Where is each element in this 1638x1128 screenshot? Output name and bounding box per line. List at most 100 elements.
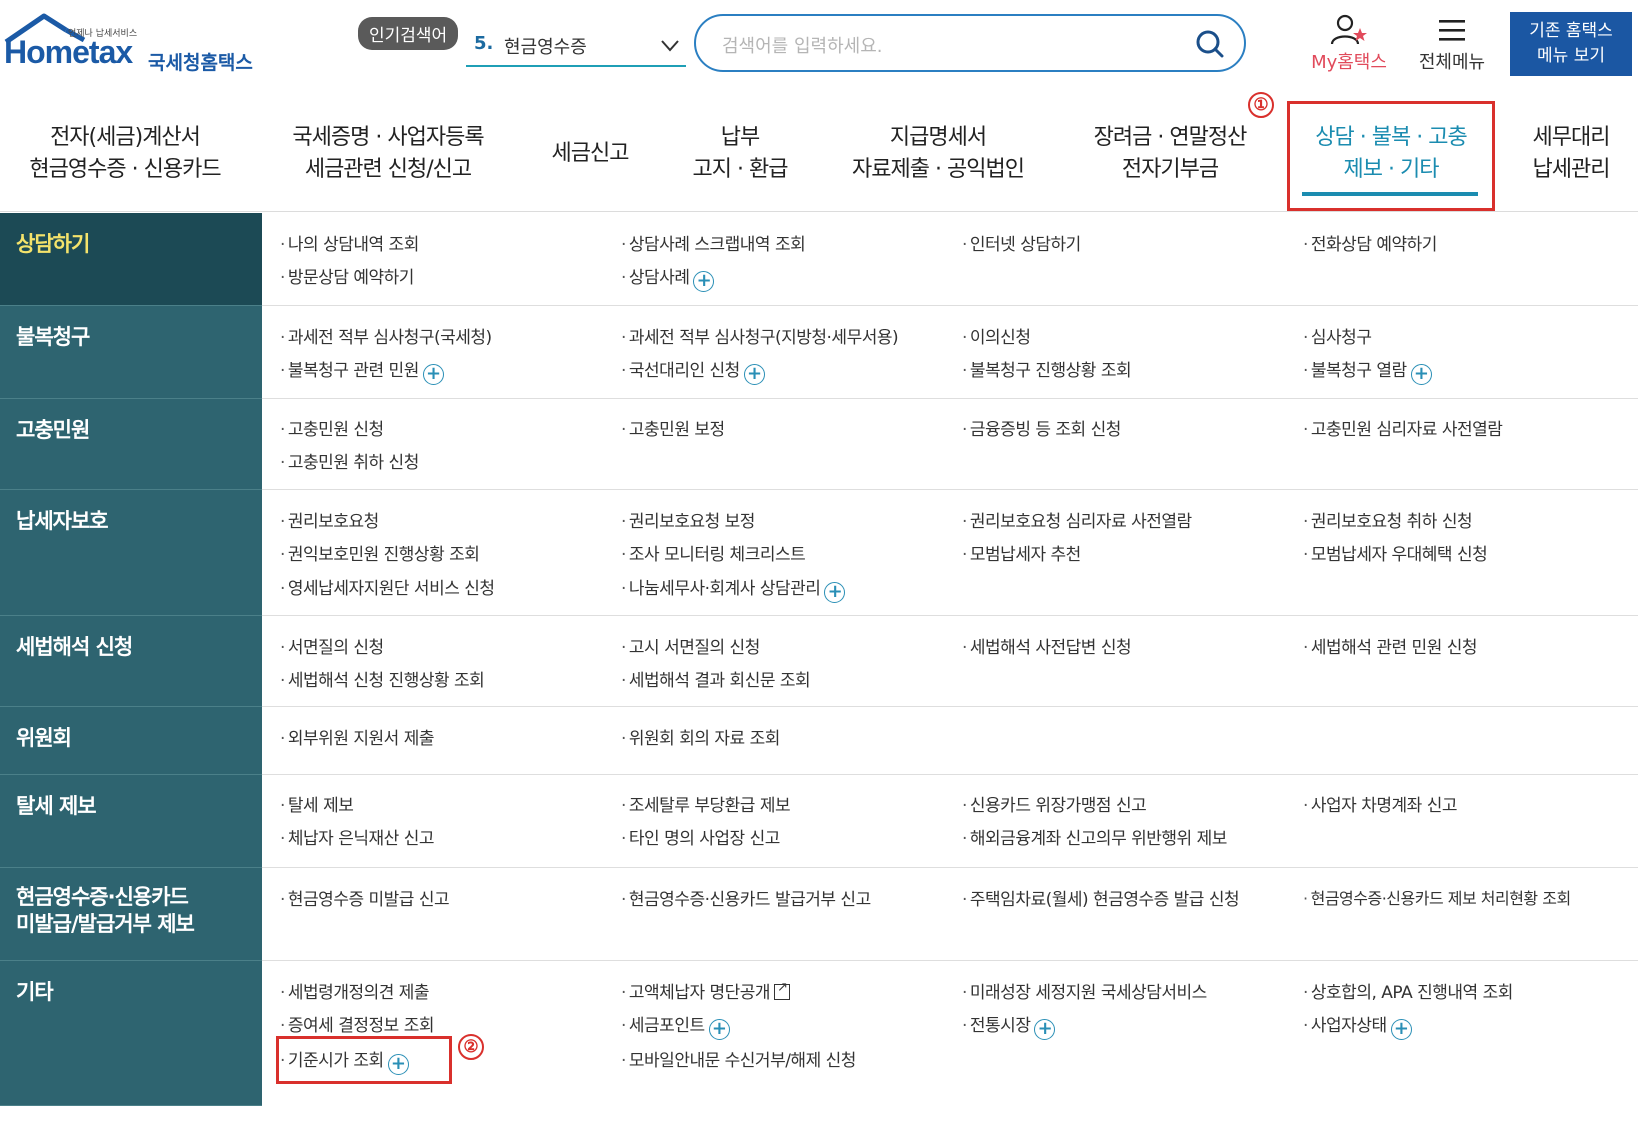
old-hometax-menu-button[interactable]: 기존 홈택스 메뉴 보기 [1510,12,1632,76]
menu-link[interactable]: 위원회 회의 자료 조회 [621,724,780,749]
chevron-down-icon[interactable] [660,39,680,53]
menu-link[interactable]: 세법해석 사전답변 신청 [962,633,1132,658]
search-icon[interactable] [1196,30,1224,58]
menu-link[interactable]: 상호합의, APA 진행내역 조회 [1303,978,1513,1003]
search-box[interactable]: 검색어를 입력하세요. [694,14,1246,72]
menu-link[interactable]: 불복청구 관련 민원+ [280,356,444,385]
external-link-icon[interactable] [774,980,791,1000]
menu-link[interactable]: 전화상담 예약하기 [1303,230,1438,255]
expand-plus-icon[interactable]: + [824,582,846,603]
menu-link[interactable]: 모바일안내문 수신거부/해제 신청 [621,1046,857,1071]
menu-link[interactable]: 모범납세자 추천 [962,540,1081,565]
menu-link[interactable]: 권리보호요청 [280,507,379,532]
sidebar-item-cash-receipt-report[interactable]: 현금영수증·신용카드 미발급/발급거부 제보 [0,868,262,961]
expand-plus-icon[interactable]: + [1390,1019,1412,1040]
menu-link[interactable]: 외부위원 지원서 제출 [280,724,435,749]
menu-link[interactable]: 과세전 적부 심사청구(지방청·세무서용) [621,323,899,348]
menu-link[interactable]: 불복청구 진행상황 조회 [962,356,1132,381]
menu-link[interactable]: 인터넷 상담하기 [962,230,1081,255]
menu-link[interactable]: 이의신청 [962,323,1031,348]
gnb-line1: 전자(세금)계산서 [50,125,201,150]
menu-link[interactable]: 사업자상태+ [1303,1011,1412,1040]
expand-plus-icon[interactable]: + [693,271,715,292]
menu-link[interactable]: 세법해석 신청 진행상황 조회 [280,666,485,691]
gnb-payment[interactable]: 납부 고지 · 환급 [670,122,810,186]
gnb-payment-statement[interactable]: 지급명세서 자료제출 · 공익법인 [838,122,1038,186]
menu-link[interactable]: 고시 서면질의 신청 [621,633,760,658]
menu-link[interactable]: 현금영수증·신용카드 제보 처리현황 조회 [1303,885,1572,909]
expand-plus-icon[interactable]: + [743,364,765,385]
gnb-line2: 현금영수증 · 신용카드 [29,157,221,182]
menu-link[interactable]: 고충민원 보정 [621,415,725,440]
gnb-line2: 납세관리 [1532,157,1611,182]
menu-link[interactable]: 권리보호요청 취하 신청 [1303,507,1473,532]
menu-link[interactable]: 주택임차료(월세) 현금영수증 발급 신청 [962,885,1240,910]
section-row-grievance [262,399,1638,490]
sidebar-label: 고충민원 [16,418,90,442]
menu-link[interactable]: 영세납세자지원단 서비스 신청 [280,574,495,599]
expand-plus-icon[interactable]: + [1410,364,1432,385]
menu-link[interactable]: 세법해석 결과 회신문 조회 [621,666,811,691]
menu-link[interactable]: 고충민원 신청 [280,415,384,440]
menu-link[interactable]: 고액체납자 명단공개 [621,978,791,1003]
gnb-tax-filing[interactable]: 세금신고 [540,138,640,170]
menu-link[interactable]: 상담사례 스크랩내역 조회 [621,230,806,255]
menu-link[interactable]: 해외금융계좌 신고의무 위반행위 제보 [962,824,1227,849]
gnb-tax-agent[interactable]: 세무대리 납세관리 [1516,122,1626,186]
sidebar-item-consulting[interactable]: 상담하기 [0,213,274,306]
menu-link[interactable]: 상담사례+ [621,263,715,292]
search-input[interactable]: 검색어를 입력하세요. [722,32,882,58]
menu-link[interactable]: 불복청구 열람+ [1303,356,1432,385]
popular-search-select[interactable]: 5. 현금영수증 [466,27,686,67]
menu-link[interactable]: 세법해석 관련 민원 신청 [1303,633,1478,658]
sidebar-item-etc[interactable]: 기타 [0,961,262,1106]
menu-link[interactable]: 세금포인트+ [621,1011,730,1040]
menu-link[interactable]: 세법령개정의견 제출 [280,978,430,1003]
gnb-incentive[interactable]: 장려금 · 연말정산 전자기부금 [1080,122,1260,186]
menu-link[interactable]: 신용카드 위장가맹점 신고 [962,791,1147,816]
sidebar-item-grievance[interactable]: 고충민원 [0,399,262,490]
gnb-certificate[interactable]: 국세증명 · 사업자등록 세금관련 신청/신고 [278,122,498,186]
menu-link[interactable]: 국선대리인 신청+ [621,356,765,385]
expand-plus-icon[interactable]: + [1034,1019,1056,1040]
menu-link[interactable]: 증여세 결정정보 조회 [280,1011,435,1036]
menu-link[interactable]: 모범납세자 우대혜택 신청 [1303,540,1488,565]
menu-link[interactable]: 금융증빙 등 조회 신청 [962,415,1121,440]
menu-link[interactable]: 미래성장 세정지원 국세상담서비스 [962,978,1207,1003]
menu-link[interactable]: 권익보호민원 진행상황 조회 [280,540,480,565]
all-menu-button[interactable]: 전체메뉴 [1412,14,1492,74]
menu-link[interactable]: 사업자 차명계좌 신고 [1303,791,1458,816]
menu-link[interactable]: 과세전 적부 심사청구(국세청) [280,323,492,348]
menu-link[interactable]: 권리보호요청 심리자료 사전열람 [962,507,1192,532]
menu-link[interactable]: 조사 모니터링 체크리스트 [621,540,806,565]
menu-link[interactable]: 서면질의 신청 [280,633,384,658]
menu-link[interactable]: 전통시장+ [962,1011,1056,1040]
sidebar-item-taxpayer-protection[interactable]: 납세자보호 [0,490,262,616]
menu-link[interactable]: 현금영수증·신용카드 발급거부 신고 [621,885,871,910]
menu-link[interactable]: 현금영수증 미발급 신고 [280,885,450,910]
sidebar-item-tax-evasion-report[interactable]: 탈세 제보 [0,775,262,868]
sidebar-item-committee[interactable]: 위원회 [0,707,262,775]
sidebar-label: 기타 [16,980,54,1004]
menu-link[interactable]: 고충민원 심리자료 사전열람 [1303,415,1503,440]
menu-link[interactable]: 탈세 제보 [280,791,354,816]
hometax-logo[interactable]: 언제나 납세서비스 Hometax 국세청홈택스 [0,12,280,74]
menu-link[interactable]: 권리보호요청 보정 [621,507,756,532]
menu-link[interactable]: 조세탈루 부당환급 제보 [621,791,791,816]
menu-link[interactable]: 고충민원 취하 신청 [280,448,419,473]
menu-link[interactable]: 체납자 은닉재산 신고 [280,824,435,849]
gnb-tax-invoice[interactable]: 전자(세금)계산서 현금영수증 · 신용카드 [20,122,230,186]
expand-plus-icon[interactable]: + [422,364,444,385]
logo-wordmark: Hometax [4,34,133,70]
sidebar-label: 상담하기 [16,232,90,256]
sidebar-item-appeal[interactable]: 불복청구 [0,306,262,399]
section-row-committee [262,707,1638,775]
menu-link[interactable]: 타인 명의 사업장 신고 [621,824,780,849]
menu-link[interactable]: 방문상담 예약하기 [280,263,415,288]
sidebar-item-tax-interpretation[interactable]: 세법해석 신청 [0,616,262,707]
my-hometax-button[interactable]: My홈택스 [1304,14,1394,74]
menu-link[interactable]: 심사청구 [1303,323,1372,348]
menu-link[interactable]: 나눔세무사·회계사 상담관리+ [621,574,846,603]
menu-link[interactable]: 나의 상담내역 조회 [280,230,419,255]
expand-plus-icon[interactable]: + [708,1019,730,1040]
